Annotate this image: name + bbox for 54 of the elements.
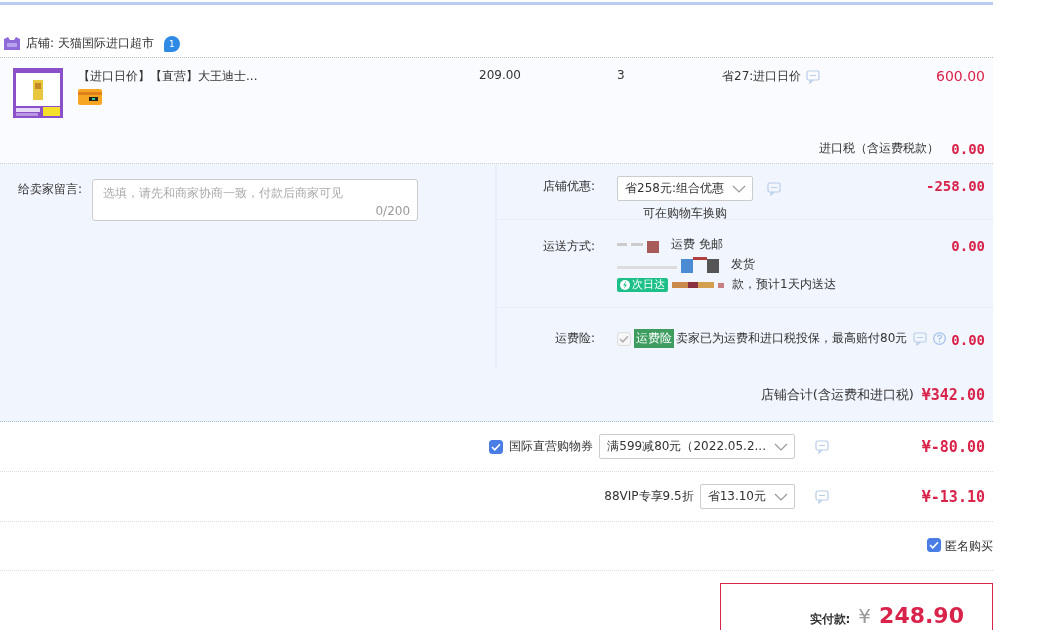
insurance-label: 运费险:: [553, 330, 595, 347]
chat-icon: [815, 489, 829, 504]
store-name[interactable]: 店铺: 天猫国际进口超市: [26, 35, 154, 52]
shipping-text: 发货: [731, 256, 755, 273]
anonymous-label: 匿名购买: [945, 538, 993, 555]
store-total-value: ¥342.00: [921, 386, 985, 404]
chat-icon: [766, 182, 781, 196]
card-icon: [78, 89, 102, 105]
exchange-note: 可在购物车换购: [642, 205, 727, 222]
product-title[interactable]: 【进口日价】【直营】大王迪士...: [78, 68, 258, 85]
quantity: 3: [617, 68, 626, 82]
caret-icon: [774, 441, 788, 452]
bolt-icon: [620, 279, 630, 290]
next-day-badge: 次日达: [617, 277, 668, 292]
promo-text: 省27:进口日价: [722, 68, 802, 85]
coupon-select[interactable]: 省13.10元: [699, 484, 795, 509]
discount-label: 店铺优惠:: [541, 178, 595, 195]
caret-icon: [774, 491, 788, 502]
coupon-value: ¥-13.10: [920, 487, 985, 506]
shop-icon: [4, 37, 20, 50]
help-icon: [933, 332, 947, 345]
chat-icon: [815, 439, 829, 454]
discount-select[interactable]: 省258元:组合优惠: [617, 176, 753, 201]
store-total-label: 店铺合计(含运费和进口税): [760, 386, 914, 404]
caret-icon: [731, 183, 746, 194]
shipping-label: 运送方式:: [541, 238, 595, 255]
coupon-label: 88VIP专享9.5折: [604, 488, 694, 505]
insurance-text: 卖家已为运费和进口税投保，最高赔付80元: [676, 330, 908, 347]
chat-badge[interactable]: 1: [163, 35, 180, 52]
insurance-tag: 运费险: [634, 329, 674, 348]
checkmark-icon: [619, 334, 629, 343]
message-label: 给卖家留言:: [18, 181, 83, 198]
checkmark-icon: [491, 442, 502, 451]
import-tax-value: 0.00: [951, 140, 985, 157]
import-tax-label: 进口税（含运费税款）: [819, 140, 940, 157]
payment-label: 实付款:: [809, 612, 851, 626]
coupon-value: ¥-80.00: [920, 437, 985, 456]
coupon-label: 国际直营购物券: [509, 438, 594, 455]
shipping-text: 运费 免邮: [671, 236, 723, 253]
checkmark-icon: [929, 541, 939, 549]
payment-amount: 248.90: [879, 604, 964, 628]
checkbox[interactable]: [927, 538, 941, 552]
unit-price: 209.00: [479, 68, 522, 82]
chat-icon: [913, 331, 928, 346]
discount-value: -258.00: [926, 177, 985, 194]
subtotal: 600.00: [935, 68, 986, 84]
chat-icon: [806, 69, 821, 84]
coupon-select[interactable]: 满599减80元（2022.05.2...: [599, 434, 795, 459]
char-counter: 0/200: [375, 204, 411, 218]
checkbox[interactable]: [489, 439, 504, 454]
delivery-text: 款，预计1天内送达: [732, 276, 836, 293]
currency-sign: ¥: [858, 604, 872, 628]
shipping-value: 0.00: [951, 237, 985, 254]
insurance-value: 0.00: [951, 330, 985, 348]
